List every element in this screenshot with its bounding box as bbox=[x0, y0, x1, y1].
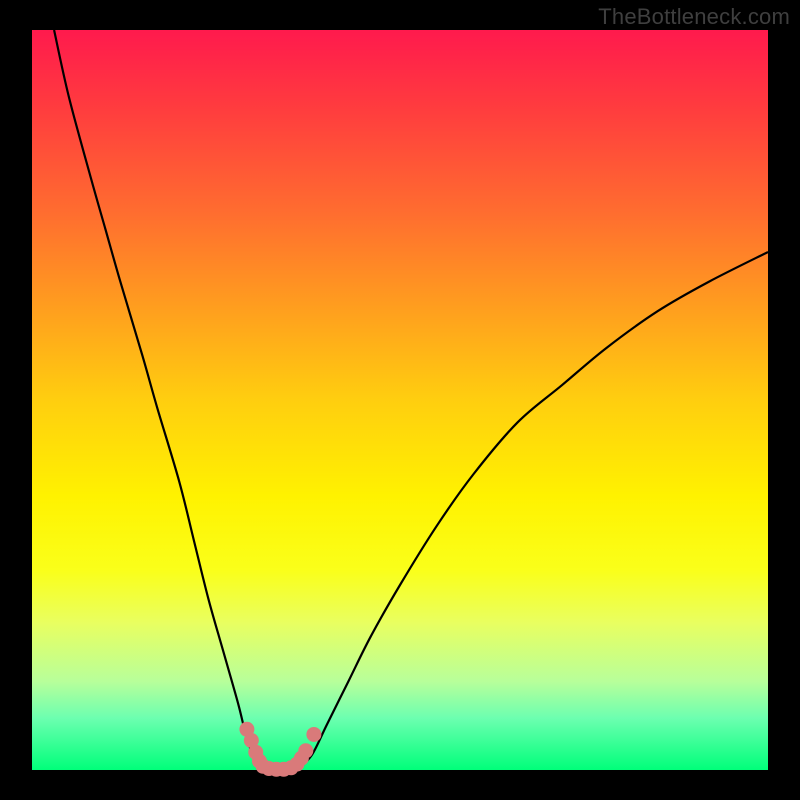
curve-left-curve bbox=[54, 30, 267, 770]
marker-dot bbox=[306, 727, 321, 742]
chart-frame: TheBottleneck.com bbox=[0, 0, 800, 800]
chart-svg bbox=[0, 0, 800, 800]
marker-dot bbox=[298, 743, 313, 758]
watermark-text: TheBottleneck.com bbox=[598, 4, 790, 30]
curve-right-curve bbox=[297, 252, 768, 770]
